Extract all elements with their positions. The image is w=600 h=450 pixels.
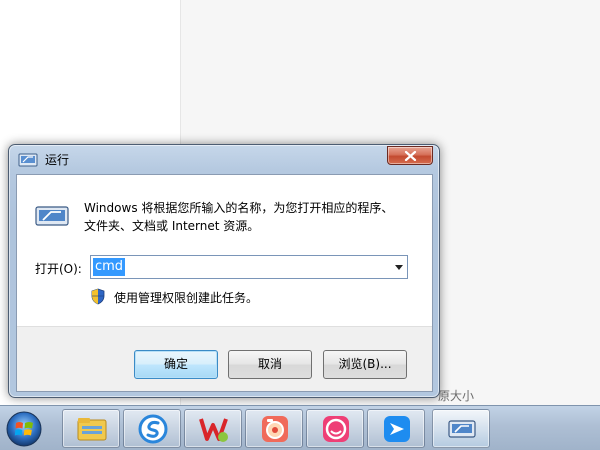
start-button-icon[interactable] [4, 410, 44, 448]
ok-button[interactable]: 确定 [134, 350, 218, 379]
open-combobox[interactable]: cmd [90, 255, 408, 279]
taskbar-item-pink-app[interactable] [306, 409, 364, 448]
uac-shield-icon [91, 288, 105, 305]
taskbar-item-bird-app[interactable] [367, 409, 425, 448]
run-dialog-icon [448, 420, 476, 438]
admin-privilege-note: 使用管理权限创建此任务。 [114, 291, 259, 305]
open-label: 打开(O): [35, 262, 82, 276]
taskbar-item-sogou-browser[interactable] [123, 409, 181, 448]
photo-app-icon [262, 416, 288, 442]
wps-office-icon [199, 418, 228, 442]
bird-app-icon [384, 416, 410, 442]
dialog-description: Windows 将根据您所输入的名称，为您打开相应的程序、 文件夹、文档或 In… [84, 199, 424, 235]
dialog-title: 运行 [45, 153, 70, 167]
cancel-button[interactable]: 取消 [228, 350, 312, 379]
taskbar-item-file-explorer[interactable] [62, 409, 120, 448]
dropdown-arrow-icon[interactable] [395, 265, 403, 270]
pink-app-icon [323, 416, 349, 442]
open-input-value[interactable]: cmd [93, 258, 126, 276]
sogou-browser-icon [138, 414, 168, 444]
dialog-titlebar[interactable]: 运行 [9, 145, 439, 173]
close-button[interactable] [387, 146, 433, 165]
file-explorer-icon [77, 418, 107, 441]
taskbar-item-wps-office[interactable] [184, 409, 242, 448]
description-line-1: Windows 将根据您所输入的名称，为您打开相应的程序、 [84, 201, 394, 215]
description-line-2: 文件夹、文档或 Internet 资源。 [84, 219, 260, 233]
dialog-client-area: Windows 将根据您所输入的名称，为您打开相应的程序、 文件夹、文档或 In… [16, 174, 433, 392]
browse-button[interactable]: 浏览(B)... [323, 350, 407, 379]
run-program-icon [35, 206, 69, 226]
close-icon [404, 151, 417, 161]
taskbar-item-photo-app[interactable] [245, 409, 303, 448]
taskbar-item-run-dialog[interactable] [432, 409, 490, 448]
run-icon [18, 153, 38, 167]
background-partial-text: 原大小 [438, 389, 475, 403]
run-dialog: 运行 Windows 将根据您所输入的名称，为您打开相应的程序、 文件夹、文档或… [8, 144, 440, 398]
taskbar [0, 405, 600, 450]
